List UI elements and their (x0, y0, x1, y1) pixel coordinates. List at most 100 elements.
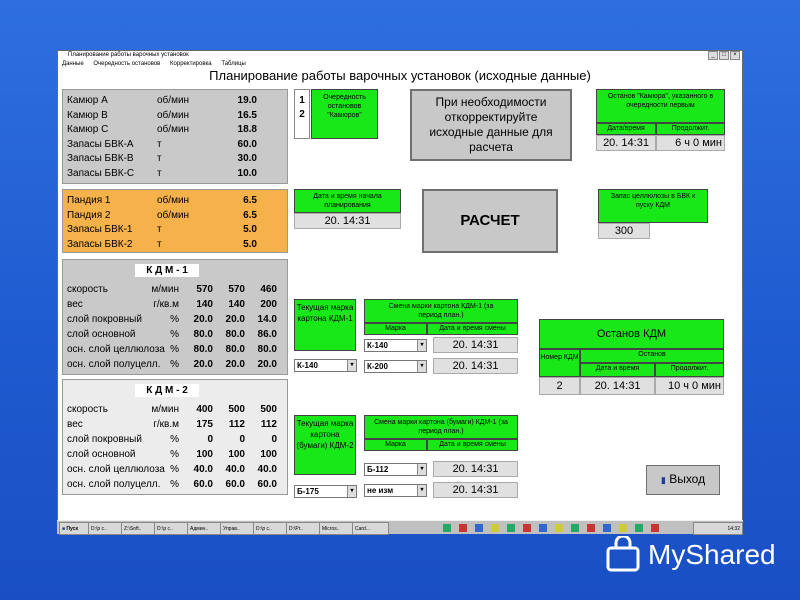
kdm-value[interactable]: 80.0 (183, 342, 213, 357)
param-value[interactable]: 5.0 (233, 222, 257, 237)
param-value[interactable]: 19.0 (233, 93, 257, 108)
taskbar-item[interactable]: D:\p c.. (253, 522, 290, 535)
kdm-value[interactable]: 570 (215, 282, 245, 297)
kdm-value[interactable]: 20.0 (183, 312, 213, 327)
taskbar-item[interactable]: Card... (352, 522, 389, 535)
taskbar-item[interactable]: D:\Pr.. (286, 522, 323, 535)
kdm-value[interactable]: 140 (215, 297, 245, 312)
grade-change-datetime[interactable]: 20. 14:31 (433, 482, 518, 498)
kdm-value[interactable]: 0 (247, 432, 277, 447)
kdm-value[interactable]: 570 (183, 282, 213, 297)
kdm-value[interactable]: 500 (215, 402, 245, 417)
tray-icon[interactable] (491, 523, 499, 532)
tray-icon[interactable] (459, 523, 467, 532)
kdm-value[interactable]: 80.0 (183, 327, 213, 342)
tray-icon[interactable] (555, 523, 563, 532)
tray-icon[interactable] (619, 523, 627, 532)
grade-change-datetime[interactable]: 20. 14:31 (433, 358, 518, 374)
taskbar-item[interactable]: Админ.. (187, 522, 224, 535)
kdm-value[interactable]: 86.0 (247, 327, 277, 342)
dropdown-arrow-icon[interactable]: ▾ (417, 361, 426, 372)
order-number-2[interactable]: 2 (295, 108, 309, 122)
grade-change-select[interactable]: не изм ▾ (364, 484, 427, 497)
kdm-value[interactable]: 80.0 (215, 342, 245, 357)
param-value[interactable]: 30.0 (233, 151, 257, 166)
taskbar-item[interactable]: D:\p c.. (154, 522, 191, 535)
tray-icon[interactable] (603, 523, 611, 532)
kdm-value[interactable]: 60.0 (215, 477, 245, 492)
grade-change-select[interactable]: К-140 ▾ (364, 339, 427, 352)
tray-icon[interactable] (651, 523, 659, 532)
kdm-value[interactable]: 0 (183, 432, 213, 447)
order-number-1[interactable]: 1 (295, 94, 309, 108)
dropdown-arrow-icon[interactable]: ▾ (347, 360, 356, 371)
tray-icon[interactable] (539, 523, 547, 532)
kdm-value[interactable]: 40.0 (247, 462, 277, 477)
plan-start-value[interactable]: 20. 14:31 (294, 213, 401, 229)
kdm-value[interactable]: 112 (247, 417, 277, 432)
dropdown-arrow-icon[interactable]: ▾ (417, 485, 426, 496)
menu-item-correction[interactable]: Корректировка (170, 61, 212, 67)
stop-kdm-datetime[interactable]: 20. 14:31 (580, 377, 655, 395)
tray-icon[interactable] (587, 523, 595, 532)
stop-kamyur-datetime[interactable]: 20. 14:31 (596, 135, 656, 151)
stop-kamyur-duration[interactable]: 6 ч 0 мин (656, 135, 725, 151)
kdm-value[interactable]: 20.0 (215, 312, 245, 327)
dropdown-arrow-icon[interactable]: ▾ (347, 486, 356, 497)
grade-change-datetime[interactable]: 20. 14:31 (433, 337, 518, 353)
grade-change-datetime[interactable]: 20. 14:31 (433, 461, 518, 477)
tray-icon[interactable] (635, 523, 643, 532)
kdm-value[interactable]: 40.0 (215, 462, 245, 477)
kdm-value[interactable]: 140 (183, 297, 213, 312)
param-value[interactable]: 5.0 (233, 237, 257, 252)
kdm-value[interactable]: 500 (247, 402, 277, 417)
kdm-value[interactable]: 175 (183, 417, 213, 432)
taskbar-item[interactable]: Управ.. (220, 522, 257, 535)
grade1-current-select[interactable]: К-140 ▾ (294, 359, 357, 372)
param-value[interactable]: 6.5 (233, 208, 257, 223)
kdm-value[interactable]: 100 (183, 447, 213, 462)
dropdown-arrow-icon[interactable]: ▾ (417, 464, 426, 475)
taskbar-item[interactable]: Micros.. (319, 522, 356, 535)
tray-icon[interactable] (523, 523, 531, 532)
stop-kdm-num[interactable]: 2 (539, 377, 580, 395)
kdm-value[interactable]: 14.0 (247, 312, 277, 327)
kdm-value[interactable]: 80.0 (247, 342, 277, 357)
taskbar-item[interactable]: D:\p c.. (88, 522, 125, 535)
grade-change-select[interactable]: Б-112 ▾ (364, 463, 427, 476)
close-button[interactable]: × (730, 51, 740, 60)
param-value[interactable]: 18.8 (233, 122, 257, 137)
kdm-value[interactable]: 60.0 (247, 477, 277, 492)
kdm-value[interactable]: 460 (247, 282, 277, 297)
start-button[interactable]: ■ Пуск (59, 522, 91, 535)
reserve-value[interactable]: 300 (598, 223, 650, 239)
kdm-value[interactable]: 80.0 (215, 327, 245, 342)
kdm-value[interactable]: 60.0 (183, 477, 213, 492)
kdm-value[interactable]: 400 (183, 402, 213, 417)
menu-item-data[interactable]: Данные (62, 61, 84, 67)
minimize-button[interactable]: _ (708, 51, 718, 60)
kdm-value[interactable]: 20.0 (183, 357, 213, 372)
param-value[interactable]: 10.0 (233, 166, 257, 181)
param-value[interactable]: 16.5 (233, 108, 257, 123)
param-value[interactable]: 6.5 (233, 193, 257, 208)
kdm-value[interactable]: 20.0 (215, 357, 245, 372)
dropdown-arrow-icon[interactable]: ▾ (417, 340, 426, 351)
kdm-value[interactable]: 100 (215, 447, 245, 462)
menu-item-stop-order[interactable]: Очередность остановов (93, 61, 160, 67)
kdm-value[interactable]: 100 (247, 447, 277, 462)
taskbar-item[interactable]: Z:\Soft.. (121, 522, 158, 535)
tray-icon[interactable] (507, 523, 515, 532)
grade2-current-select[interactable]: Б-175 ▾ (294, 485, 357, 498)
tray-icon[interactable] (443, 523, 451, 532)
calc-button[interactable]: РАСЧЕТ (422, 189, 558, 253)
param-value[interactable]: 60.0 (233, 137, 257, 152)
menu-item-tables[interactable]: Таблицы (221, 61, 246, 67)
maximize-button[interactable]: □ (719, 51, 729, 60)
kdm-value[interactable]: 40.0 (183, 462, 213, 477)
kdm-value[interactable]: 200 (247, 297, 277, 312)
kdm-value[interactable]: 112 (215, 417, 245, 432)
grade-change-select[interactable]: К-200 ▾ (364, 360, 427, 373)
stop-kdm-duration[interactable]: 10 ч 0 мин (655, 377, 724, 395)
exit-button[interactable]: ▮ Выход (646, 465, 720, 495)
